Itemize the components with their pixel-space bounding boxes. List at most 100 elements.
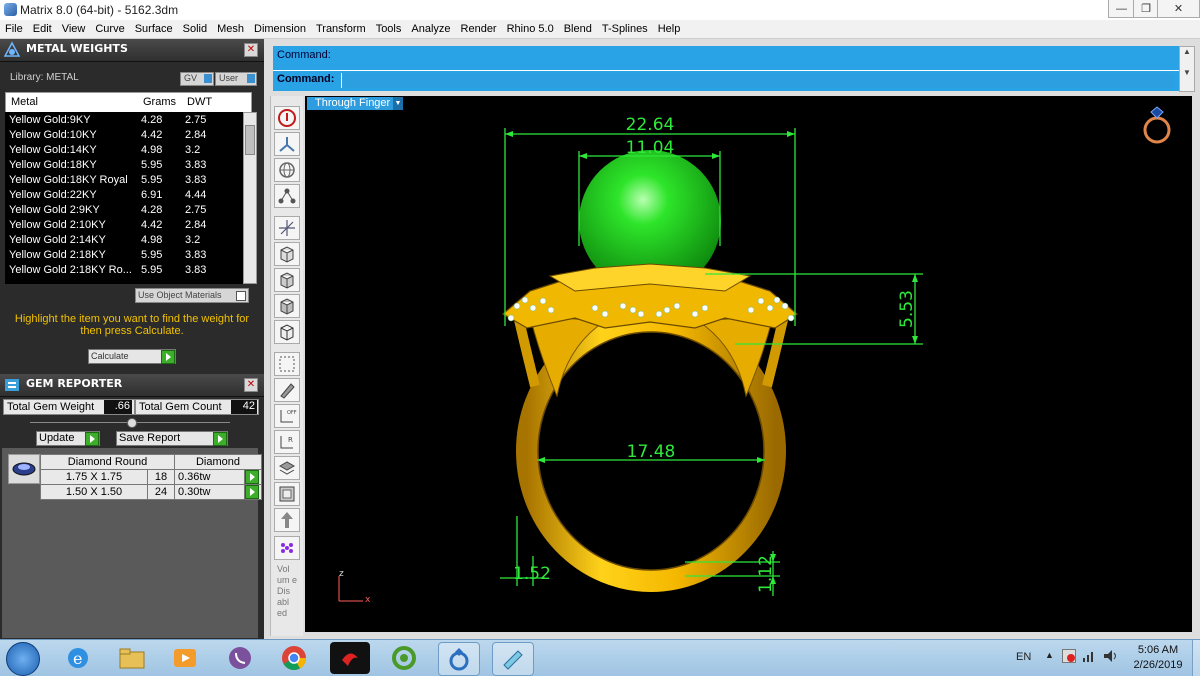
menu-transform[interactable]: Transform bbox=[311, 23, 371, 35]
library-label: Library: METAL bbox=[10, 72, 79, 83]
table-row[interactable]: Yellow Gold:18KY Royal 5.95 3.83 bbox=[5, 172, 241, 187]
box-perspective-icon[interactable] bbox=[274, 320, 300, 344]
table-row[interactable]: Yellow Gold 2:9KY 4.28 2.75 bbox=[5, 202, 241, 217]
tray-expand-icon[interactable]: ▲ bbox=[1045, 650, 1054, 660]
table-row[interactable]: Yellow Gold:22KY 6.91 4.44 bbox=[5, 187, 241, 202]
notes-app-icon[interactable] bbox=[492, 642, 534, 676]
column-dwt[interactable]: DWT bbox=[187, 96, 212, 108]
restore-button[interactable]: ❐ bbox=[1133, 0, 1159, 18]
menu-tsplines[interactable]: T-Splines bbox=[597, 23, 653, 35]
start-orb-icon[interactable] bbox=[6, 642, 40, 676]
file-explorer-icon[interactable] bbox=[112, 642, 152, 674]
table-row[interactable]: Yellow Gold 2:14KY 4.98 3.2 bbox=[5, 232, 241, 247]
menu-render[interactable]: Render bbox=[456, 23, 502, 35]
use-object-materials-checkbox[interactable]: Use Object Materials bbox=[135, 288, 249, 303]
menu-curve[interactable]: Curve bbox=[90, 23, 129, 35]
menu-edit[interactable]: Edit bbox=[28, 23, 57, 35]
axis-icon[interactable] bbox=[274, 216, 300, 240]
3d-viewport[interactable]: 22.64 11.04 5.53 17.48 1.52 1.12 z x bbox=[305, 96, 1192, 632]
clock-date[interactable]: 2/26/2019 bbox=[1128, 659, 1188, 671]
menu-dimension[interactable]: Dimension bbox=[249, 23, 311, 35]
layers-icon[interactable] bbox=[274, 456, 300, 480]
table-row[interactable]: Yellow Gold 2:18KY 5.95 3.83 bbox=[5, 247, 241, 262]
scroll-down-icon[interactable]: ▼ bbox=[1180, 68, 1194, 77]
media-player-icon[interactable] bbox=[165, 642, 205, 674]
globe-icon[interactable] bbox=[274, 158, 300, 182]
menu-help[interactable]: Help bbox=[653, 23, 686, 35]
gem-row-arrow[interactable] bbox=[243, 484, 263, 500]
box-front-icon[interactable] bbox=[274, 242, 300, 266]
gem-row-arrow[interactable] bbox=[243, 469, 263, 485]
grams-cell: 5.95 bbox=[141, 248, 163, 261]
table-row[interactable]: 1.50 X 1.50 24 0.30tw bbox=[40, 484, 263, 500]
app-icon bbox=[4, 3, 17, 16]
arrow-up-icon[interactable] bbox=[274, 508, 300, 532]
column-metal[interactable]: Metal bbox=[11, 96, 38, 108]
command-history: Command: bbox=[273, 46, 1179, 70]
menu-blend[interactable]: Blend bbox=[559, 23, 597, 35]
metal-cell: Yellow Gold:9KY bbox=[9, 113, 91, 126]
game-app-icon[interactable] bbox=[330, 642, 370, 674]
grams-cell: 4.28 bbox=[141, 203, 163, 216]
snap-icon[interactable] bbox=[274, 132, 300, 156]
language-indicator[interactable]: EN bbox=[1016, 651, 1031, 663]
scroll-thumb[interactable] bbox=[245, 125, 255, 155]
table-row[interactable]: 1.75 X 1.75 18 0.36tw bbox=[40, 469, 263, 485]
gem-shape: Diamond Round bbox=[40, 454, 175, 470]
scroll-up-icon[interactable]: ▲ bbox=[1180, 47, 1194, 56]
viber-icon[interactable] bbox=[220, 642, 260, 674]
close-button[interactable]: ✕ bbox=[1157, 0, 1200, 18]
table-row[interactable]: Yellow Gold 2:18KY Ro... 5.95 3.83 bbox=[5, 262, 241, 277]
dots-icon[interactable] bbox=[274, 536, 300, 560]
menu-tools[interactable]: Tools bbox=[371, 23, 407, 35]
clock-time[interactable]: 5:06 AM bbox=[1128, 644, 1188, 656]
menu-solid[interactable]: Solid bbox=[178, 23, 212, 35]
signal-icon[interactable] bbox=[1082, 649, 1096, 666]
matrix-app-icon[interactable] bbox=[438, 642, 480, 676]
gv-toggle[interactable]: GV bbox=[180, 72, 214, 86]
menu-rhino[interactable]: Rhino 5.0 bbox=[502, 23, 559, 35]
frame-icon[interactable] bbox=[274, 482, 300, 506]
menu-surface[interactable]: Surface bbox=[130, 23, 178, 35]
ortho-r-icon[interactable]: R bbox=[274, 430, 300, 454]
nodes-icon[interactable] bbox=[274, 184, 300, 208]
box-top-icon[interactable] bbox=[274, 294, 300, 318]
command-input[interactable] bbox=[341, 73, 1174, 88]
update-button[interactable]: Update bbox=[36, 431, 100, 446]
close-icon[interactable]: ✕ bbox=[244, 378, 258, 392]
table-row[interactable]: Yellow Gold:9KY 4.28 2.75 bbox=[5, 112, 241, 127]
network-warning-icon[interactable] bbox=[1062, 649, 1076, 663]
gem-report-icon bbox=[5, 379, 19, 391]
close-icon[interactable]: ✕ bbox=[244, 43, 258, 57]
calculate-button[interactable]: Calculate bbox=[88, 349, 176, 364]
volume-icon[interactable] bbox=[1102, 649, 1118, 666]
ortho-off-icon[interactable]: OFF bbox=[274, 404, 300, 428]
table-row[interactable]: Yellow Gold 2:10KY 4.42 2.84 bbox=[5, 217, 241, 232]
stop-icon[interactable] bbox=[274, 106, 300, 130]
splitter-handle[interactable] bbox=[127, 418, 137, 428]
save-report-button[interactable]: Save Report bbox=[116, 431, 228, 446]
table-row[interactable]: Yellow Gold:18KY 5.95 3.83 bbox=[5, 157, 241, 172]
table-row[interactable]: Yellow Gold:10KY 4.42 2.84 bbox=[5, 127, 241, 142]
command-scrollbar[interactable]: ▲ ▼ bbox=[1179, 46, 1195, 92]
table-row[interactable]: Yellow Gold:14KY 4.98 3.2 bbox=[5, 142, 241, 157]
grid-xy-icon[interactable] bbox=[274, 352, 300, 376]
ie-icon[interactable]: e bbox=[58, 642, 98, 674]
menu-file[interactable]: File bbox=[0, 23, 28, 35]
box-side-icon[interactable] bbox=[274, 268, 300, 292]
cleaner-icon[interactable] bbox=[384, 642, 424, 674]
dwt-cell: 2.84 bbox=[185, 128, 207, 141]
menu-view[interactable]: View bbox=[57, 23, 91, 35]
play-arrow-icon bbox=[85, 432, 99, 446]
chrome-icon[interactable] bbox=[274, 642, 314, 674]
menu-analyze[interactable]: Analyze bbox=[406, 23, 455, 35]
menu-mesh[interactable]: Mesh bbox=[212, 23, 249, 35]
metal-table-scrollbar[interactable] bbox=[243, 112, 257, 284]
pencil-icon[interactable] bbox=[274, 378, 300, 402]
view-mode-dropdown[interactable]: Through Finger ▼ bbox=[307, 97, 403, 110]
minimize-button[interactable]: — bbox=[1108, 0, 1135, 18]
axis-x-label: x bbox=[365, 595, 371, 605]
column-grams[interactable]: Grams bbox=[143, 96, 176, 108]
show-desktop-button[interactable] bbox=[1192, 640, 1200, 676]
user-toggle[interactable]: User bbox=[215, 72, 257, 86]
